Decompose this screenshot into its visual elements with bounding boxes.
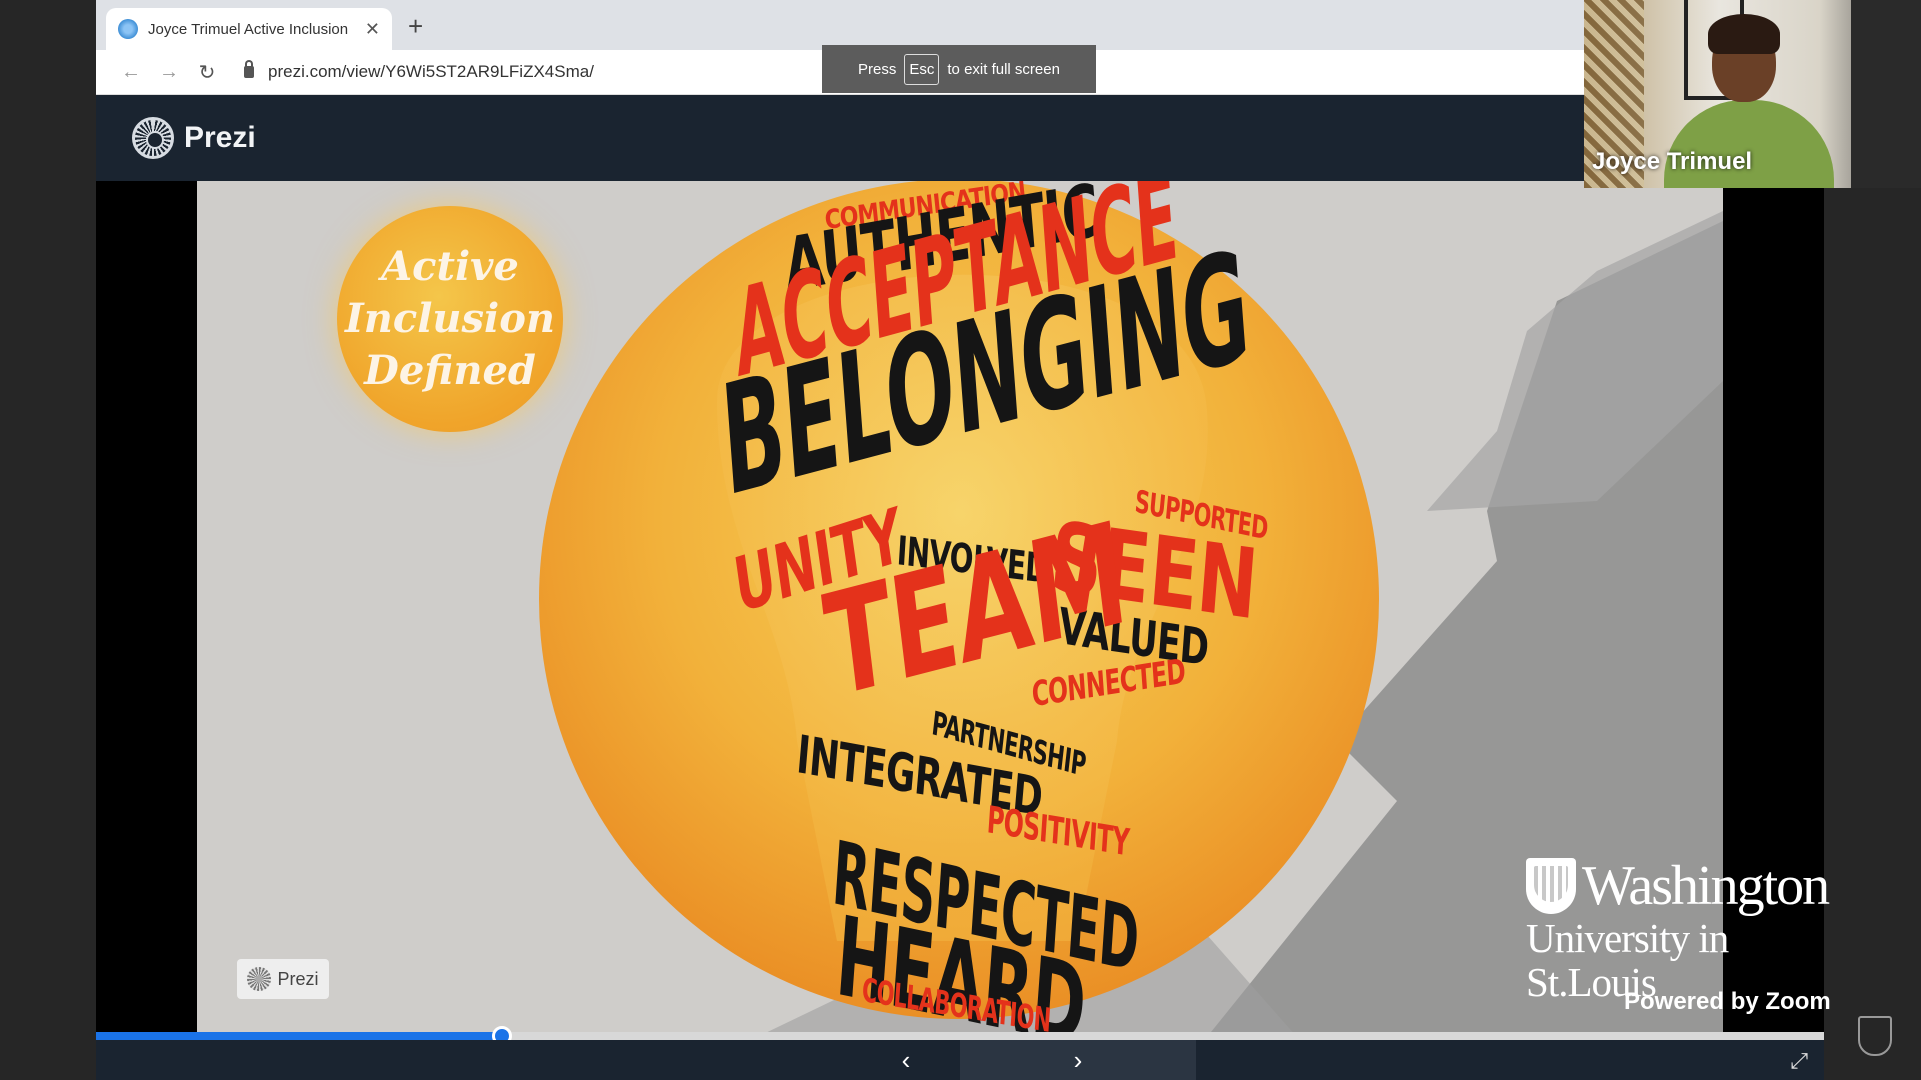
- prezi-watermark-icon: [247, 967, 272, 991]
- toast-message: to exit full screen: [947, 60, 1060, 78]
- prezi-watermark[interactable]: Prezi: [237, 959, 329, 999]
- presentation-nav-bar: ‹ › ⤢: [96, 1040, 1824, 1080]
- participant-name: Joyce Trimuel: [1592, 148, 1753, 175]
- participant-video: Joyce Trimuel: [1584, 0, 1921, 188]
- title-line-2: Inclusion: [345, 295, 555, 342]
- chevron-right-icon[interactable]: ›: [960, 1040, 1196, 1080]
- address-bar[interactable]: prezi.com/view/Y6Wi5ST2AR9LFiZX4Sma/: [268, 62, 594, 82]
- back-arrow-icon[interactable]: ←: [112, 61, 150, 84]
- prezi-logo-icon[interactable]: [132, 117, 174, 159]
- close-tab-icon[interactable]: ✕: [365, 19, 380, 40]
- prezi-watermark-label: Prezi: [277, 968, 319, 989]
- prezi-header: Prezi: [96, 95, 1584, 181]
- university-shield-icon: [1526, 858, 1576, 914]
- video-background-shadow: [1851, 0, 1921, 188]
- presentation-progress-bar[interactable]: [96, 1026, 1824, 1046]
- washington-university-logo: Washington University in St.Louis: [1526, 855, 1836, 1004]
- chevron-left-icon[interactable]: ‹: [831, 1040, 981, 1080]
- progress-fill: [96, 1032, 503, 1040]
- slide: Active Inclusion Defined COMMUNICATION A…: [197, 181, 1723, 1037]
- reload-icon[interactable]: ↻: [188, 60, 226, 85]
- fullscreen-icon[interactable]: ⤢: [1790, 1048, 1808, 1074]
- crest-icon: [1858, 1016, 1892, 1056]
- prezi-favicon-icon: [118, 19, 138, 39]
- title-line-1: Active: [381, 243, 519, 290]
- powered-by-zoom: Powered by Zoom: [1624, 988, 1831, 1015]
- toast-press-text: Press: [858, 60, 897, 78]
- tab-strip: Joyce Trimuel Active Inclusion ✕ +: [96, 0, 1584, 50]
- title-line-3: Defined: [364, 347, 536, 394]
- esc-key-badge: Esc: [904, 53, 940, 85]
- forward-arrow-icon[interactable]: →: [150, 61, 188, 84]
- fullscreen-toast: Press Esc to exit full screen: [822, 45, 1096, 93]
- slide-title-badge: Active Inclusion Defined: [337, 206, 563, 432]
- new-tab-icon[interactable]: +: [408, 13, 423, 39]
- tab-title: Joyce Trimuel Active Inclusion: [148, 20, 349, 38]
- logo-line-1: Washington: [1582, 855, 1830, 917]
- prezi-brand[interactable]: Prezi: [184, 121, 256, 155]
- zoom-share-stage: Joyce Trimuel Active Inclusion ✕ + ← → ↻…: [0, 0, 1921, 1080]
- browser-tab[interactable]: Joyce Trimuel Active Inclusion ✕: [106, 8, 392, 50]
- participant-hair: [1708, 14, 1780, 54]
- lock-icon[interactable]: [244, 60, 254, 78]
